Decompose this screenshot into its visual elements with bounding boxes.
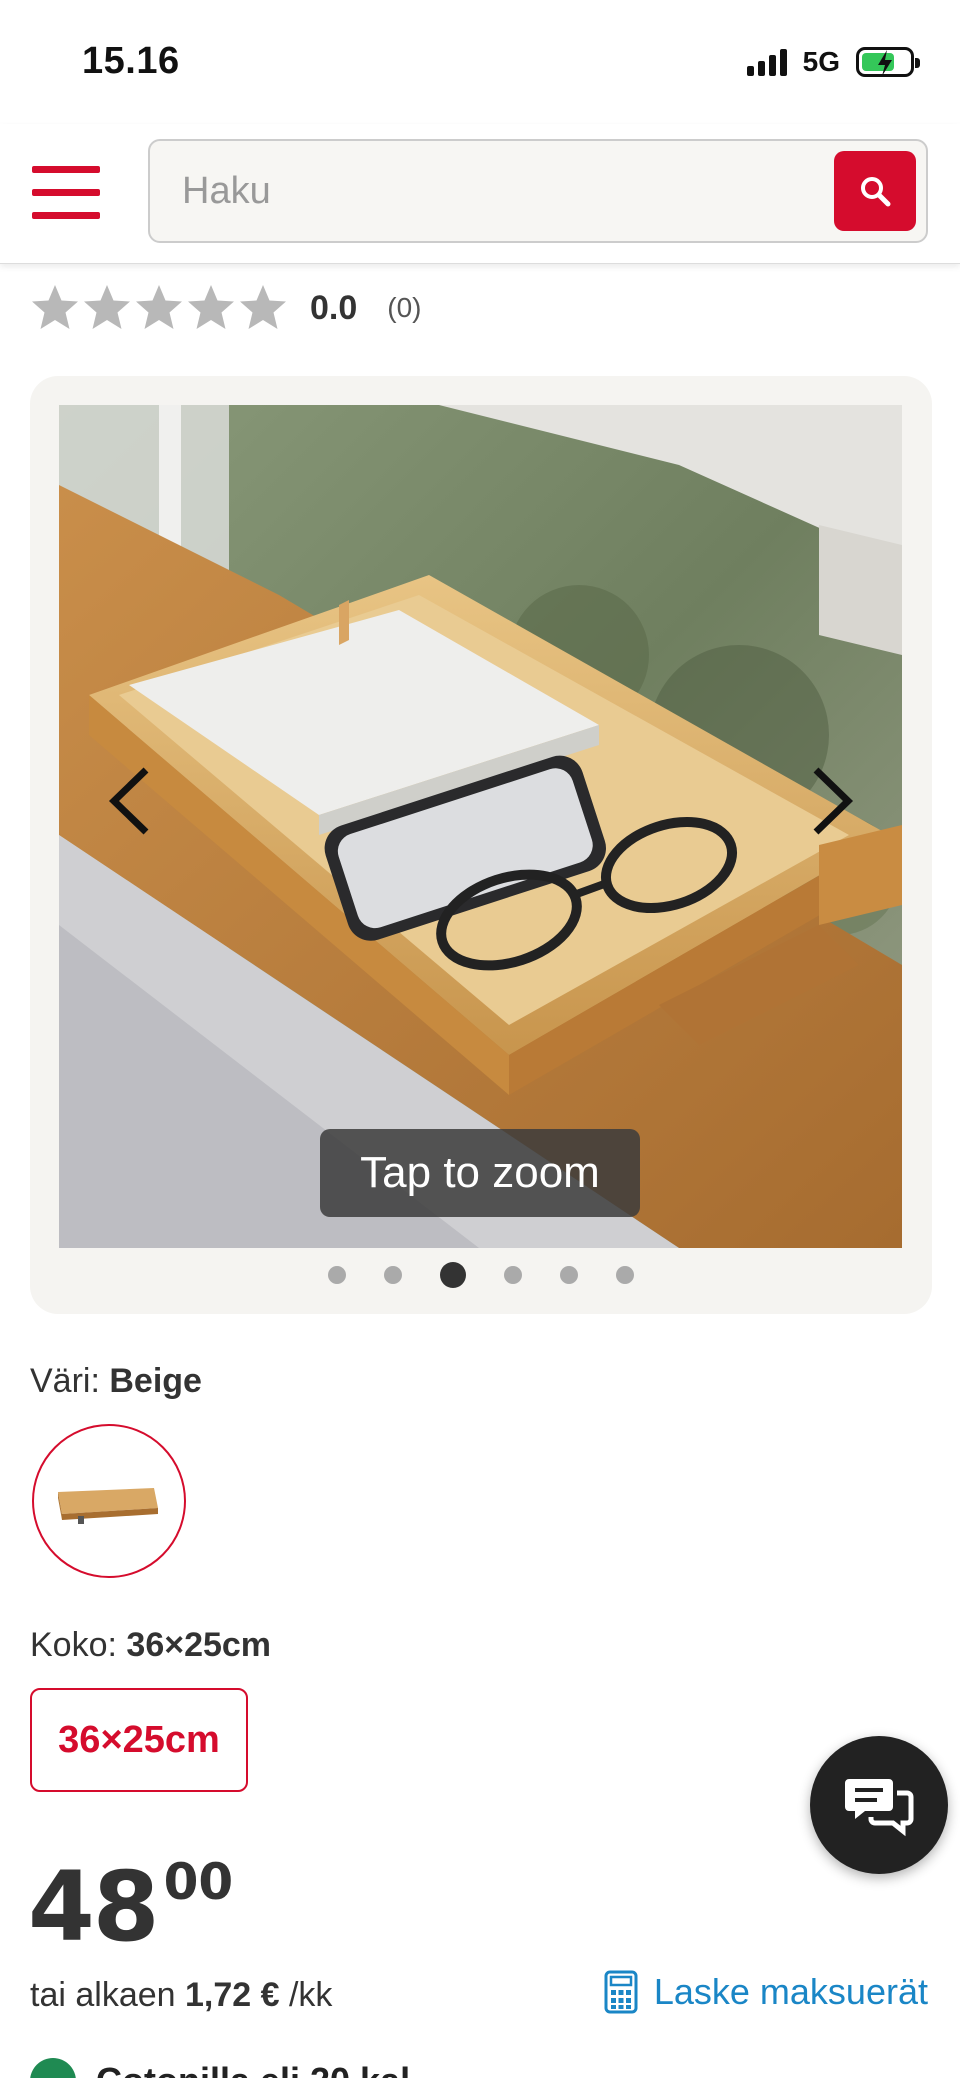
search-icon: [861, 177, 891, 207]
gallery-prev-button[interactable]: [100, 756, 160, 846]
gallery-dot-active[interactable]: [440, 1262, 466, 1288]
status-indicators: 5G: [746, 44, 920, 80]
tap-to-zoom-button[interactable]: Tap to zoom: [320, 1129, 640, 1217]
gallery-dot[interactable]: [504, 1266, 522, 1284]
gallery-next-button[interactable]: [802, 756, 862, 846]
star-icon: [188, 285, 234, 329]
product-rating[interactable]: 0.0 (0): [30, 278, 422, 338]
delivery-text: Cotonilla eli 20 kal: [96, 2060, 410, 2078]
gallery-dot[interactable]: [616, 1266, 634, 1284]
price-integer: 48: [28, 1851, 160, 1963]
installment-suffix: /kk: [288, 1976, 333, 2014]
status-time: 15.16: [82, 40, 180, 82]
product-gallery: Tap to zoom: [30, 376, 932, 1314]
site-header: [0, 124, 960, 264]
color-label-text: Väri:: [30, 1362, 100, 1400]
check-icon: [30, 2058, 76, 2078]
price-decimal: 00: [163, 1853, 234, 1911]
gallery-dot[interactable]: [560, 1266, 578, 1284]
rating-value: 0.0: [310, 288, 358, 327]
color-label: Väri: Beige: [30, 1362, 202, 1401]
size-option-36x25[interactable]: 36×25cm: [30, 1688, 248, 1792]
signal-icon: [746, 48, 787, 76]
calculator-icon: [604, 1970, 638, 2014]
installment-calculator-label: Laske maksuerät: [653, 1971, 928, 2012]
product-image[interactable]: [59, 405, 902, 1248]
search-bar: [148, 139, 928, 243]
color-swatch-beige[interactable]: [32, 1424, 186, 1578]
product-price: 48 00: [28, 1852, 233, 1962]
chat-icon: [845, 1779, 914, 1837]
battery-icon: [856, 47, 920, 77]
color-value: Beige: [109, 1362, 202, 1400]
gallery-pagination: [30, 1260, 932, 1290]
delivery-info: Cotonilla eli 20 kal: [30, 2058, 410, 2078]
search-input[interactable]: [182, 163, 802, 219]
installment-calculator-link[interactable]: Laske maksuerät: [604, 1970, 928, 2014]
gallery-dot[interactable]: [328, 1266, 346, 1284]
installment-info: tai alkaen 1,72 € /kk: [30, 1976, 332, 2015]
size-label: Koko: 36×25cm: [30, 1626, 271, 1665]
star-icon: [32, 285, 78, 329]
installment-amount: 1,72 €: [185, 1976, 280, 2014]
menu-button[interactable]: [32, 166, 100, 220]
rating-stars: [30, 283, 288, 333]
network-label: 5G: [802, 46, 840, 77]
chevron-right-icon: [813, 767, 854, 835]
gallery-dot[interactable]: [384, 1266, 402, 1284]
installment-prefix: tai alkaen: [30, 1976, 176, 2014]
star-icon: [240, 285, 286, 329]
size-value: 36×25cm: [126, 1626, 272, 1664]
product-thumbnail: [58, 1488, 158, 1524]
size-label-text: Koko:: [30, 1626, 117, 1664]
status-bar: 15.16 5G: [0, 0, 960, 124]
rating-count: (0): [387, 292, 422, 323]
star-icon: [136, 285, 182, 329]
chat-button[interactable]: [810, 1736, 948, 1874]
chevron-left-icon: [108, 767, 149, 835]
search-button[interactable]: [834, 151, 916, 231]
star-icon: [84, 285, 130, 329]
